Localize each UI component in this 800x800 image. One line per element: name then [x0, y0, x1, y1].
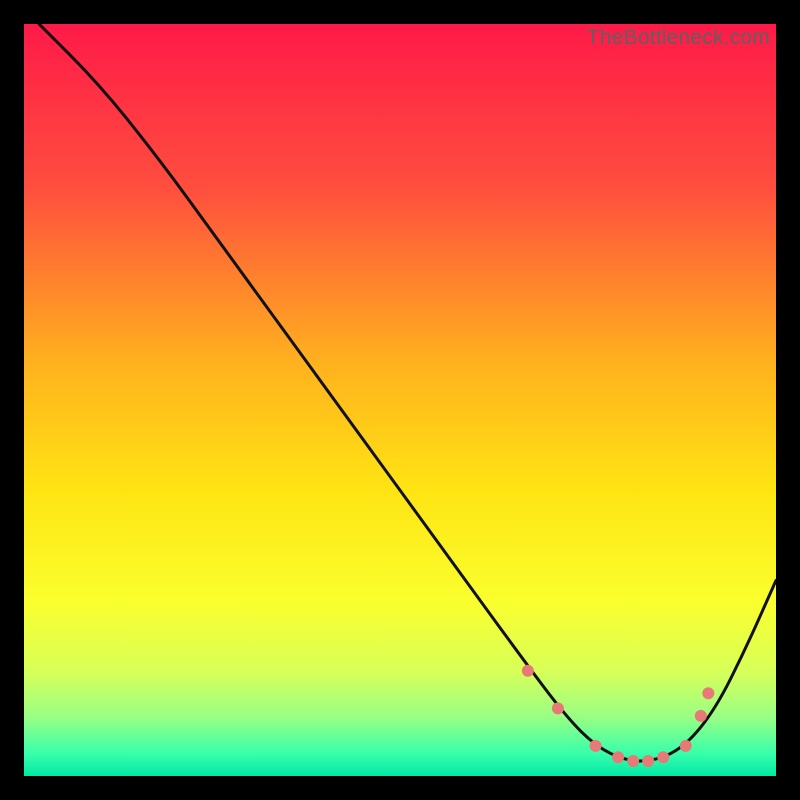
- highlight-dot: [680, 740, 692, 752]
- highlight-dot: [695, 710, 707, 722]
- highlight-dot: [642, 755, 654, 767]
- highlight-dot: [627, 755, 639, 767]
- bottleneck-chart: [24, 24, 776, 776]
- highlight-dot: [612, 751, 624, 763]
- highlight-dot: [590, 740, 602, 752]
- highlight-dot: [552, 702, 564, 714]
- chart-frame: TheBottleneck.com: [24, 24, 776, 776]
- highlight-dot: [657, 751, 669, 763]
- highlight-dot: [702, 687, 714, 699]
- watermark-text: TheBottleneck.com: [587, 26, 770, 50]
- highlight-dot: [522, 665, 534, 677]
- chart-background: [24, 24, 776, 776]
